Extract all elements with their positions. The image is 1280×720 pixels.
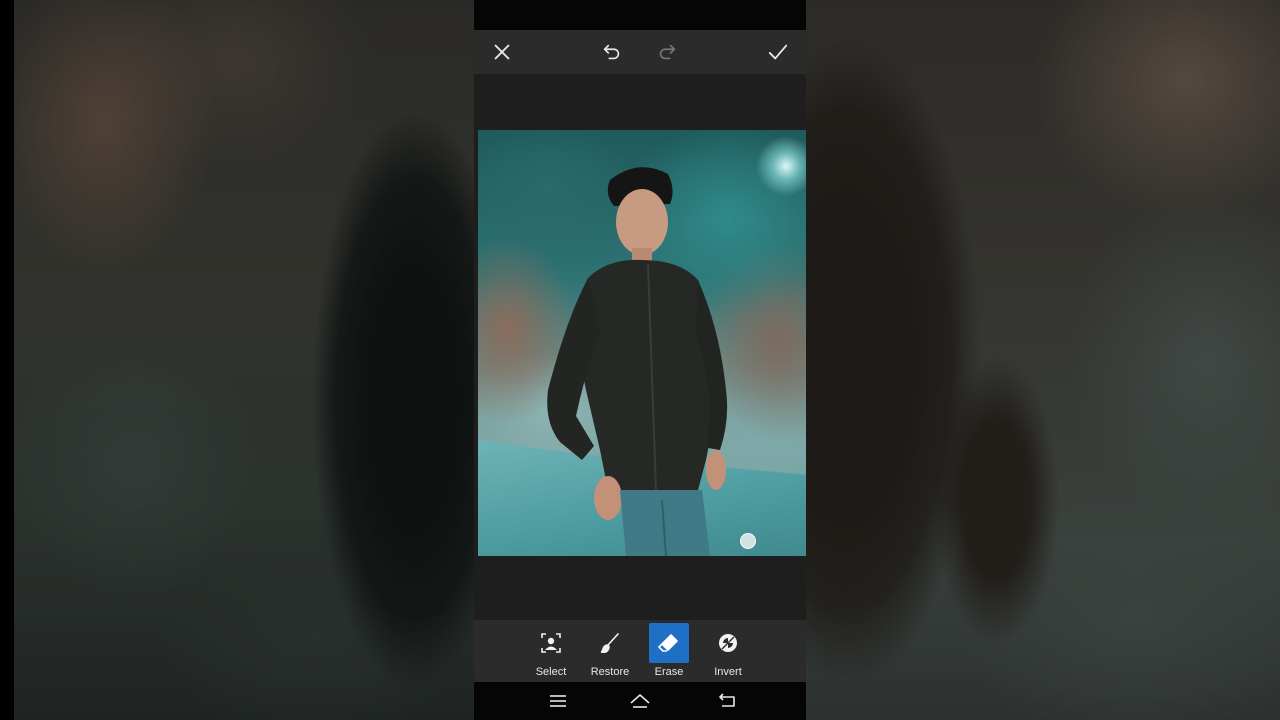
- tool-erase-label: Erase: [654, 666, 684, 678]
- check-icon: [768, 44, 788, 60]
- tool-select[interactable]: Select: [521, 620, 581, 682]
- edited-photo[interactable]: [478, 130, 806, 556]
- home-button[interactable]: [628, 690, 652, 712]
- bottom-tools-bar: Select Restore Erase Invert: [474, 620, 806, 682]
- tool-restore[interactable]: Restore: [580, 620, 640, 682]
- blurred-background-left: [14, 0, 474, 720]
- top-toolbar: [474, 30, 806, 74]
- system-navigation-bar: [474, 682, 806, 720]
- tool-erase[interactable]: Erase: [639, 620, 699, 682]
- person-select-icon: [541, 633, 561, 653]
- menu-button[interactable]: [546, 690, 570, 712]
- menu-icon: [550, 695, 566, 707]
- invert-icon: [719, 634, 737, 652]
- redo-icon: [659, 44, 676, 60]
- back-button[interactable]: [715, 690, 739, 712]
- apply-button[interactable]: [762, 36, 794, 68]
- photo-editor-app: Select Restore Erase Invert: [474, 0, 806, 720]
- editing-canvas[interactable]: [474, 74, 806, 620]
- brush-icon: [600, 633, 619, 654]
- close-button[interactable]: [486, 36, 518, 68]
- tool-select-label: Select: [535, 666, 567, 678]
- tool-restore-label: Restore: [590, 666, 630, 678]
- redo-button[interactable]: [651, 36, 683, 68]
- undo-icon: [603, 44, 620, 60]
- status-bar: [474, 0, 806, 30]
- tool-invert[interactable]: Invert: [698, 620, 758, 682]
- tool-invert-label: Invert: [714, 666, 742, 678]
- back-icon: [719, 693, 735, 707]
- undo-button[interactable]: [596, 36, 628, 68]
- blurred-background-right: [806, 0, 1280, 720]
- brush-cursor[interactable]: [740, 533, 756, 549]
- eraser-icon: [658, 634, 678, 652]
- photo-subject: [547, 167, 728, 556]
- home-icon: [630, 694, 650, 708]
- close-icon: [494, 44, 510, 60]
